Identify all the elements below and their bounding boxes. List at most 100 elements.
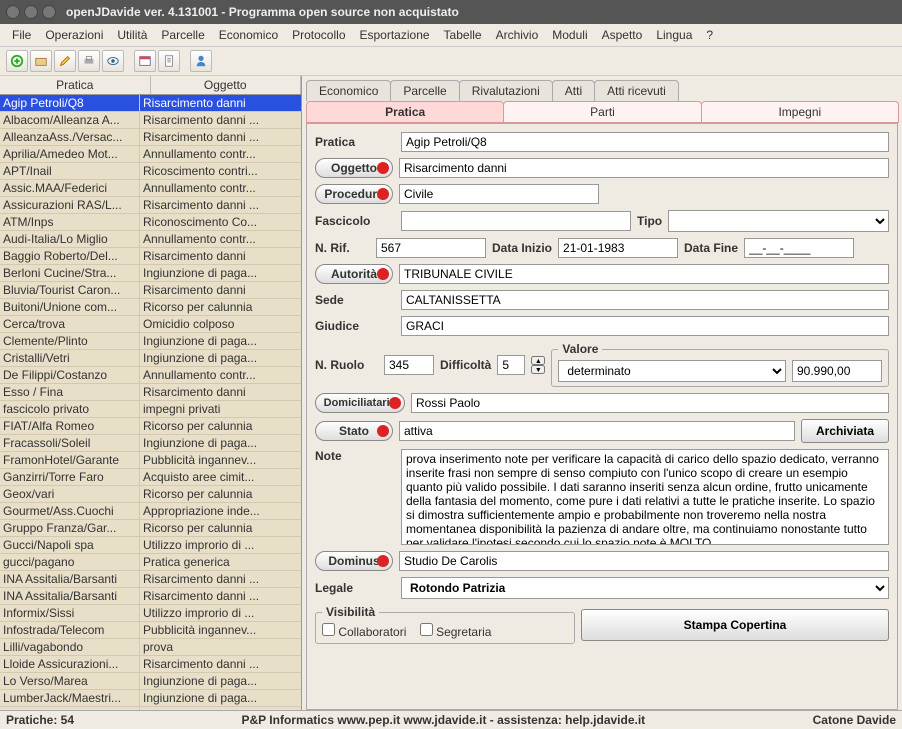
col-header-oggetto[interactable]: Oggetto (151, 76, 302, 94)
menu-esportazione[interactable]: Esportazione (354, 26, 436, 44)
stato-field[interactable] (399, 421, 795, 441)
minimize-icon[interactable] (24, 5, 38, 19)
table-row[interactable]: AlleanzaAss./Versac...Risarcimento danni… (0, 129, 301, 146)
table-row[interactable]: LumberJack/Maestri...Ingiunzione di paga… (0, 690, 301, 707)
tab-rivalutazioni[interactable]: Rivalutazioni (459, 80, 553, 101)
table-row[interactable]: gucci/paganoPratica generica (0, 554, 301, 571)
view-icon[interactable] (102, 50, 124, 72)
stato-button[interactable]: Stato (315, 421, 393, 441)
autorita-field[interactable] (399, 264, 889, 284)
table-row[interactable]: Assicurazioni RAS/L...Risarcimento danni… (0, 197, 301, 214)
close-icon[interactable] (6, 5, 20, 19)
col-header-pratica[interactable]: Pratica (0, 76, 151, 94)
valore-select[interactable]: determinato (558, 360, 786, 382)
subtab-pratica[interactable]: Pratica (306, 101, 504, 123)
calendar-icon[interactable] (134, 50, 156, 72)
table-row[interactable]: Albacom/Alleanza A...Risarcimento danni … (0, 112, 301, 129)
domiciliatario-field[interactable] (411, 393, 889, 413)
collaboratori-checkbox[interactable]: Collaboratori (322, 625, 406, 639)
table-row[interactable]: FramonHotel/GarantePubblicità ingannev..… (0, 452, 301, 469)
table-row[interactable]: Aprilia/Amedeo Mot...Annullamento contr.… (0, 146, 301, 163)
table-row[interactable]: Baggio Roberto/Del...Risarcimento danni (0, 248, 301, 265)
menu-utilità[interactable]: Utilità (111, 26, 153, 44)
table-row[interactable]: Lilli/vagabondoprova (0, 639, 301, 656)
table-row[interactable]: Infostrada/TelecomPubblicità ingannev... (0, 622, 301, 639)
maximize-icon[interactable] (42, 5, 56, 19)
tab-atti ricevuti[interactable]: Atti ricevuti (594, 80, 679, 101)
table-row[interactable]: Cristalli/VetriIngiunzione di paga... (0, 350, 301, 367)
giudice-field[interactable] (401, 316, 889, 336)
open-icon[interactable] (30, 50, 52, 72)
table-row[interactable]: Berloni Cucine/Stra...Ingiunzione di pag… (0, 265, 301, 282)
domiciliatario-button[interactable]: Domiciliatario (315, 393, 405, 413)
table-row[interactable]: Informix/SissiUtilizzo improrio di ... (0, 605, 301, 622)
table-row[interactable]: Esso / FinaRisarcimento danni (0, 384, 301, 401)
table-row[interactable]: INA Assitalia/BarsantiRisarcimento danni… (0, 571, 301, 588)
menu-?[interactable]: ? (700, 26, 719, 44)
data-inizio-field[interactable] (558, 238, 678, 258)
autorita-button[interactable]: Autorità (315, 264, 393, 284)
table-row[interactable]: De Filippi/CostanzoAnnullamento contr... (0, 367, 301, 384)
sede-field[interactable] (401, 290, 889, 310)
tab-economico[interactable]: Economico (306, 80, 391, 101)
table-row[interactable]: Audi-Italia/Lo MiglioAnnullamento contr.… (0, 231, 301, 248)
table-row[interactable]: fascicolo privatoimpegni privati (0, 401, 301, 418)
table-row[interactable]: Ganzirri/Torre FaroAcquisto aree cimit..… (0, 469, 301, 486)
subtab-impegni[interactable]: Impegni (701, 101, 899, 123)
menu-parcelle[interactable]: Parcelle (155, 26, 210, 44)
pratica-field[interactable] (401, 132, 889, 152)
table-row[interactable]: Gucci/Napoli spaUtilizzo improrio di ... (0, 537, 301, 554)
subtab-parti[interactable]: Parti (503, 101, 701, 123)
menu-moduli[interactable]: Moduli (546, 26, 593, 44)
diff-down-icon[interactable]: ▼ (531, 365, 545, 374)
document-icon[interactable] (158, 50, 180, 72)
print-icon[interactable] (78, 50, 100, 72)
menu-tabelle[interactable]: Tabelle (438, 26, 488, 44)
difficolta-field[interactable] (497, 355, 525, 375)
table-row[interactable]: Buitoni/Unione com...Ricorso per calunni… (0, 299, 301, 316)
table-row[interactable]: Lloide Assicurazioni...Risarcimento dann… (0, 656, 301, 673)
edit-icon[interactable] (54, 50, 76, 72)
table-row[interactable]: Bluvia/Tourist Caron...Risarcimento dann… (0, 282, 301, 299)
diff-up-icon[interactable]: ▲ (531, 356, 545, 365)
table-row[interactable]: Gruppo Franza/Gar...Ricorso per calunnia (0, 520, 301, 537)
menu-protocollo[interactable]: Protocollo (286, 26, 351, 44)
new-icon[interactable] (6, 50, 28, 72)
menu-archivio[interactable]: Archivio (490, 26, 545, 44)
legale-select[interactable]: Rotondo Patrizia (401, 577, 889, 599)
table-row[interactable]: Fracassoli/SoleilIngiunzione di paga... (0, 435, 301, 452)
nruolo-field[interactable] (384, 355, 434, 375)
oggetto-button[interactable]: Oggetto (315, 158, 393, 178)
table-row[interactable]: Agip Petroli/Q8Risarcimento danni (0, 95, 301, 112)
procedura-button[interactable]: Procedura (315, 184, 393, 204)
menu-file[interactable]: File (6, 26, 37, 44)
nrif-field[interactable] (376, 238, 486, 258)
table-row[interactable]: Gourmet/Ass.CuochiAppropriazione inde... (0, 503, 301, 520)
menu-lingua[interactable]: Lingua (650, 26, 698, 44)
data-fine-field[interactable] (744, 238, 854, 258)
valore-num-field[interactable] (792, 360, 882, 382)
stampa-copertina-button[interactable]: Stampa Copertina (581, 609, 889, 641)
menu-operazioni[interactable]: Operazioni (39, 26, 109, 44)
note-field[interactable]: prova inserimento note per verificare la… (401, 449, 889, 545)
dominus-field[interactable] (399, 551, 889, 571)
table-row[interactable]: Geox/variRicorso per calunnia (0, 486, 301, 503)
table-row[interactable]: FIAT/Alfa RomeoRicorso per calunnia (0, 418, 301, 435)
archiviata-button[interactable]: Archiviata (801, 419, 889, 443)
table-row[interactable]: INA Assitalia/BarsantiRisarcimento danni… (0, 588, 301, 605)
table-row[interactable]: Clemente/PlintoIngiunzione di paga... (0, 333, 301, 350)
oggetto-field[interactable] (399, 158, 889, 178)
menu-economico[interactable]: Economico (213, 26, 284, 44)
table-row[interactable]: APT/InailRicoscimento contri... (0, 163, 301, 180)
table-row[interactable]: ATM/InpsRiconoscimento Co... (0, 214, 301, 231)
user-icon[interactable] (190, 50, 212, 72)
procedura-field[interactable] (399, 184, 599, 204)
fascicolo-field[interactable] (401, 211, 631, 231)
tab-atti[interactable]: Atti (552, 80, 595, 101)
table-row[interactable]: Assic.MAA/FedericiAnnullamento contr... (0, 180, 301, 197)
tab-parcelle[interactable]: Parcelle (390, 80, 459, 101)
table-row[interactable]: Cerca/trovaOmicidio colposo (0, 316, 301, 333)
menu-aspetto[interactable]: Aspetto (596, 26, 649, 44)
dominus-button[interactable]: Dominus (315, 551, 393, 571)
tipo-select[interactable] (668, 210, 889, 232)
